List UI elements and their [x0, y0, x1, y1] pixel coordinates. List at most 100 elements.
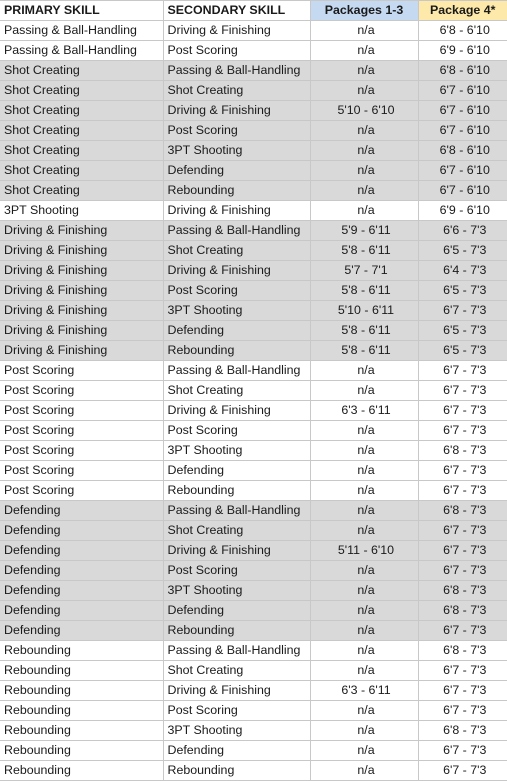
cell-packages-1-3: 5'8 - 6'11	[310, 340, 419, 361]
cell-packages-1-3: n/a	[310, 200, 419, 221]
cell-primary-skill: Post Scoring	[0, 360, 164, 381]
cell-packages-1-3: 5'8 - 6'11	[310, 240, 419, 261]
cell-primary-skill: Rebounding	[0, 640, 164, 661]
table-row: Shot Creating Rebounding n/a 6'7 - 6'10	[0, 180, 507, 201]
cell-primary-skill: Driving & Finishing	[0, 240, 164, 261]
cell-secondary-skill: 3PT Shooting	[163, 140, 311, 161]
skill-height-requirements-table: PRIMARY SKILL SECONDARY SKILL Packages 1…	[0, 0, 507, 781]
cell-packages-1-3: n/a	[310, 580, 419, 601]
table-row: Rebounding Rebounding n/a 6'7 - 7'3	[0, 760, 507, 781]
table-body: Passing & Ball-Handling Driving & Finishi…	[0, 20, 507, 781]
cell-secondary-skill: Driving & Finishing	[163, 260, 311, 281]
cell-packages-1-3: 5'10 - 6'11	[310, 300, 419, 321]
cell-primary-skill: Rebounding	[0, 760, 164, 781]
cell-secondary-skill: Defending	[163, 460, 311, 481]
cell-secondary-skill: Shot Creating	[163, 80, 311, 101]
cell-primary-skill: Passing & Ball-Handling	[0, 20, 164, 41]
cell-secondary-skill: Driving & Finishing	[163, 200, 311, 221]
cell-packages-1-3: n/a	[310, 520, 419, 541]
cell-packages-1-3: n/a	[310, 120, 419, 141]
cell-secondary-skill: Driving & Finishing	[163, 400, 311, 421]
cell-package-4: 6'7 - 7'3	[418, 400, 507, 421]
cell-packages-1-3: n/a	[310, 760, 419, 781]
cell-primary-skill: Defending	[0, 500, 164, 521]
cell-secondary-skill: Defending	[163, 160, 311, 181]
table-row: Post Scoring Driving & Finishing 6'3 - 6'1…	[0, 400, 507, 421]
table-row: Post Scoring Defending n/a 6'7 - 7'3	[0, 460, 507, 481]
cell-package-4: 6'7 - 6'10	[418, 120, 507, 141]
cell-primary-skill: Post Scoring	[0, 460, 164, 481]
cell-primary-skill: Defending	[0, 560, 164, 581]
table-row: Passing & Ball-Handling Driving & Finishi…	[0, 20, 507, 41]
cell-primary-skill: Driving & Finishing	[0, 320, 164, 341]
cell-primary-skill: Driving & Finishing	[0, 280, 164, 301]
cell-package-4: 6'7 - 6'10	[418, 180, 507, 201]
cell-package-4: 6'7 - 7'3	[418, 300, 507, 321]
cell-secondary-skill: 3PT Shooting	[163, 440, 311, 461]
cell-secondary-skill: Driving & Finishing	[163, 20, 311, 41]
cell-package-4: 6'4 - 7'3	[418, 260, 507, 281]
cell-packages-1-3: n/a	[310, 740, 419, 761]
cell-packages-1-3: n/a	[310, 380, 419, 401]
cell-secondary-skill: 3PT Shooting	[163, 580, 311, 601]
cell-secondary-skill: Shot Creating	[163, 240, 311, 261]
cell-packages-1-3: n/a	[310, 420, 419, 441]
cell-secondary-skill: Shot Creating	[163, 520, 311, 541]
cell-secondary-skill: Driving & Finishing	[163, 100, 311, 121]
cell-package-4: 6'8 - 7'3	[418, 440, 507, 461]
cell-primary-skill: Shot Creating	[0, 60, 164, 81]
cell-package-4: 6'8 - 6'10	[418, 140, 507, 161]
cell-secondary-skill: Post Scoring	[163, 120, 311, 141]
cell-packages-1-3: n/a	[310, 640, 419, 661]
cell-secondary-skill: Rebounding	[163, 760, 311, 781]
table-row: Shot Creating Driving & Finishing 5'10 - 6…	[0, 100, 507, 121]
cell-primary-skill: Driving & Finishing	[0, 300, 164, 321]
table-row: Rebounding Post Scoring n/a 6'7 - 7'3	[0, 700, 507, 721]
table-row: Driving & Finishing Defending 5'8 - 6'11 6'…	[0, 320, 507, 341]
cell-packages-1-3: n/a	[310, 60, 419, 81]
table-row: Defending Defending n/a 6'8 - 7'3	[0, 600, 507, 621]
cell-package-4: 6'7 - 6'10	[418, 100, 507, 121]
table-row: Rebounding Defending n/a 6'7 - 7'3	[0, 740, 507, 761]
cell-package-4: 6'7 - 7'3	[418, 540, 507, 561]
cell-secondary-skill: Post Scoring	[163, 280, 311, 301]
column-header-primary-skill: PRIMARY SKILL	[0, 0, 164, 21]
table-row: Defending Post Scoring n/a 6'7 - 7'3	[0, 560, 507, 581]
cell-package-4: 6'7 - 6'10	[418, 80, 507, 101]
cell-primary-skill: Post Scoring	[0, 440, 164, 461]
table-row: Post Scoring Post Scoring n/a 6'7 - 7'3	[0, 420, 507, 441]
cell-packages-1-3: n/a	[310, 480, 419, 501]
cell-secondary-skill: Rebounding	[163, 620, 311, 641]
cell-package-4: 6'8 - 7'3	[418, 640, 507, 661]
cell-secondary-skill: Rebounding	[163, 480, 311, 501]
table-row: Driving & Finishing Post Scoring 5'8 - 6'1…	[0, 280, 507, 301]
cell-secondary-skill: Shot Creating	[163, 660, 311, 681]
cell-packages-1-3: 5'8 - 6'11	[310, 320, 419, 341]
cell-package-4: 6'7 - 7'3	[418, 560, 507, 581]
cell-packages-1-3: n/a	[310, 80, 419, 101]
table-row: Shot Creating Passing & Ball-Handling n/a 6…	[0, 60, 507, 81]
cell-primary-skill: Rebounding	[0, 720, 164, 741]
cell-secondary-skill: Defending	[163, 320, 311, 341]
cell-secondary-skill: Driving & Finishing	[163, 680, 311, 701]
cell-packages-1-3: 6'3 - 6'11	[310, 680, 419, 701]
table-row: Driving & Finishing Driving & Finishing 5'…	[0, 260, 507, 281]
table-row: Shot Creating Shot Creating n/a 6'7 - 6'10	[0, 80, 507, 101]
cell-primary-skill: Driving & Finishing	[0, 340, 164, 361]
cell-package-4: 6'7 - 7'3	[418, 760, 507, 781]
cell-primary-skill: Rebounding	[0, 700, 164, 721]
cell-package-4: 6'8 - 6'10	[418, 60, 507, 81]
cell-package-4: 6'7 - 7'3	[418, 420, 507, 441]
table-row: Driving & Finishing Rebounding 5'8 - 6'11 6…	[0, 340, 507, 361]
cell-packages-1-3: n/a	[310, 440, 419, 461]
cell-primary-skill: Defending	[0, 580, 164, 601]
cell-primary-skill: Rebounding	[0, 660, 164, 681]
cell-secondary-skill: Passing & Ball-Handling	[163, 220, 311, 241]
cell-packages-1-3: n/a	[310, 500, 419, 521]
table-row: Post Scoring Passing & Ball-Handling n/a 6'…	[0, 360, 507, 381]
cell-package-4: 6'8 - 6'10	[418, 20, 507, 41]
cell-packages-1-3: n/a	[310, 360, 419, 381]
cell-secondary-skill: Post Scoring	[163, 700, 311, 721]
cell-package-4: 6'9 - 6'10	[418, 40, 507, 61]
cell-package-4: 6'9 - 6'10	[418, 200, 507, 221]
